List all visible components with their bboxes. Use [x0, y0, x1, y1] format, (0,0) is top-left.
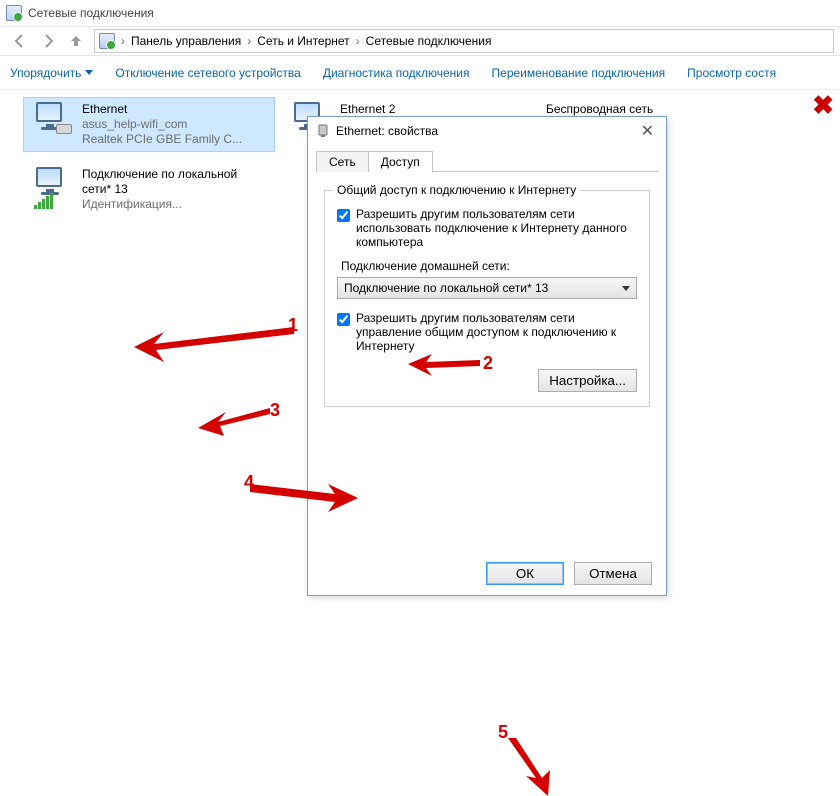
breadcrumb-item[interactable]: Панель управления: [127, 34, 245, 48]
home-network-combo[interactable]: Подключение по локальной сети* 13: [337, 277, 637, 299]
dialog-titlebar: Ethernet: свойства ✕: [308, 117, 666, 145]
window-icon: [6, 5, 22, 21]
view-status-cmd[interactable]: Просмотр состя: [687, 66, 776, 80]
adapter-lan13[interactable]: Подключение по локальной сети* 13 Иденти…: [24, 163, 274, 216]
adapter-name: Беспроводная сеть: [546, 102, 653, 117]
nav-forward-button[interactable]: [34, 29, 62, 53]
allow-sharing-label: Разрешить другим пользователям сети испо…: [356, 207, 637, 249]
rename-cmd[interactable]: Переименование подключения: [492, 66, 666, 80]
nav-row: › Панель управления › Сеть и Интернет › …: [0, 26, 840, 56]
network-adapter-icon: [30, 102, 76, 144]
nav-up-button[interactable]: [62, 29, 90, 53]
tab-sharing[interactable]: Доступ: [368, 151, 433, 172]
allow-control-input[interactable]: [337, 313, 350, 326]
allow-sharing-input[interactable]: [337, 209, 350, 222]
adapter-status: Идентификация...: [82, 197, 252, 212]
groupbox-legend: Общий доступ к подключению к Интернету: [333, 183, 580, 197]
allow-control-label: Разрешить другим пользователям сети упра…: [356, 311, 637, 353]
allow-control-checkbox[interactable]: Разрешить другим пользователям сети упра…: [337, 311, 637, 353]
adapter-name: Подключение по локальной сети* 13: [82, 167, 252, 197]
adapter-ethernet[interactable]: Ethernet asus_help-wifi_com Realtek PCIe…: [24, 98, 274, 151]
adapter-status: asus_help-wifi_com: [82, 117, 242, 132]
network-adapter-icon: [30, 167, 76, 209]
cancel-button[interactable]: Отмена: [574, 562, 652, 585]
disabled-x-icon: ✖: [812, 90, 834, 121]
nav-back-button[interactable]: [6, 29, 34, 53]
properties-dialog: Ethernet: свойства ✕ Сеть Доступ Общий д…: [307, 116, 667, 596]
tab-network[interactable]: Сеть: [316, 151, 369, 172]
dialog-close-button[interactable]: ✕: [637, 121, 658, 141]
dialog-title: Ethernet: свойства: [336, 124, 438, 138]
annotation-4: 4: [244, 472, 254, 493]
command-bar: Упорядочить Отключение сетевого устройст…: [0, 56, 840, 90]
home-network-value: Подключение по локальной сети* 13: [344, 281, 548, 295]
diagnose-cmd[interactable]: Диагностика подключения: [323, 66, 470, 80]
ok-button[interactable]: ОК: [486, 562, 564, 585]
adapter-device: Realtek PCIe GBE Family C...: [82, 132, 242, 147]
allow-sharing-checkbox[interactable]: Разрешить другим пользователям сети испо…: [337, 207, 637, 249]
ethernet-icon: [316, 124, 330, 138]
chevron-right-icon: ›: [119, 34, 127, 48]
window-titlebar: Сетевые подключения: [0, 0, 840, 26]
home-network-label: Подключение домашней сети:: [341, 259, 637, 273]
address-bar[interactable]: › Панель управления › Сеть и Интернет › …: [94, 29, 834, 53]
organize-menu[interactable]: Упорядочить: [10, 66, 93, 80]
breadcrumb-item[interactable]: Сетевые подключения: [362, 34, 496, 48]
window-title: Сетевые подключения: [28, 6, 154, 20]
settings-button[interactable]: Настройка...: [538, 369, 637, 392]
annotation-1: 1: [288, 315, 298, 336]
chevron-right-icon: ›: [354, 34, 362, 48]
disable-device-cmd[interactable]: Отключение сетевого устройства: [115, 66, 300, 80]
chevron-right-icon: ›: [245, 34, 253, 48]
adapter-name: Ethernet 2: [340, 102, 395, 117]
addr-icon: [99, 33, 115, 49]
annotation-5: 5: [498, 722, 508, 743]
adapter-name: Ethernet: [82, 102, 242, 117]
breadcrumb-item[interactable]: Сеть и Интернет: [253, 34, 353, 48]
sharing-groupbox: Общий доступ к подключению к Интернету Р…: [324, 190, 650, 407]
annotation-3: 3: [270, 400, 280, 421]
